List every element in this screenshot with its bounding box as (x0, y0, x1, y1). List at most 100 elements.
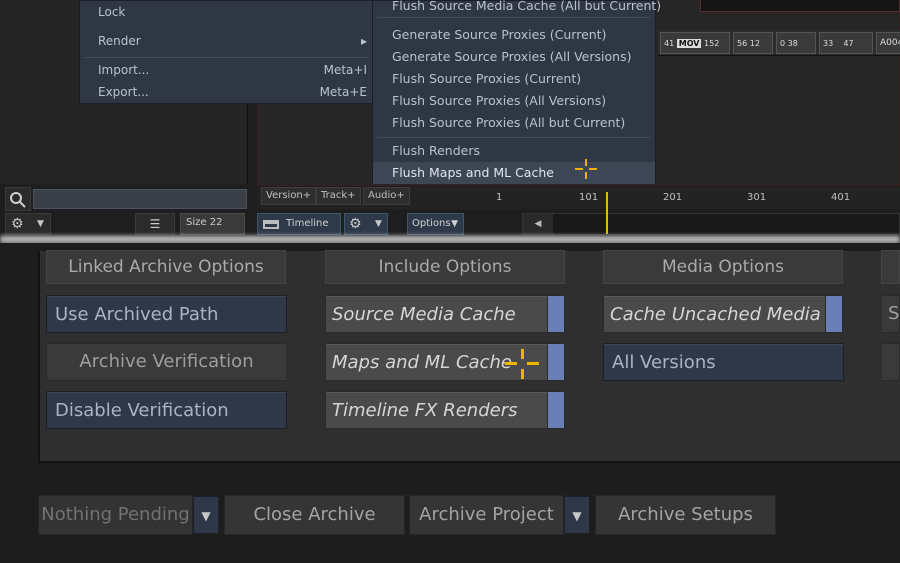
disable-verification-button[interactable]: Disable Verification (46, 391, 287, 429)
crosshair-cursor-icon (505, 349, 539, 379)
menu-separator (84, 57, 369, 58)
menu-item-lock[interactable]: Lock (80, 5, 373, 19)
menu-separator (377, 17, 651, 18)
toggle-on-indicator (825, 296, 842, 332)
ruler-tick: 201 (663, 192, 683, 203)
media-options-heading: Media Options (603, 250, 843, 284)
chevron-down-icon: ▼ (375, 219, 382, 229)
context-submenu-cache: Flush Source Media Cache (All but Curren… (372, 0, 661, 184)
clip-item[interactable]: 33 47 (819, 32, 873, 54)
toggle-on-indicator (547, 344, 564, 380)
toggle-on-indicator (547, 296, 564, 332)
toggle-label: Source Media Cache (332, 304, 516, 325)
archive-setups-button[interactable]: Archive Setups (595, 495, 776, 535)
gear-icon: ⚙ (11, 216, 24, 232)
timeline-controls: Timeline ⚙ ▼ Options ▼ ◀ (257, 212, 900, 236)
menu-item-flush-proxies-all[interactable]: Flush Source Proxies (All Versions) (373, 93, 655, 108)
chevron-down-icon: ▼ (37, 219, 44, 229)
clip-in: 41 (664, 39, 675, 48)
options-label: Options (412, 218, 451, 229)
menu-item-generate-proxies-all[interactable]: Generate Source Proxies (All Versions) (373, 49, 655, 64)
toggle-on-indicator (547, 392, 564, 428)
gear-icon: ⚙ (349, 216, 362, 232)
track-add-button[interactable]: Track+ (316, 187, 361, 205)
partial-option-button[interactable]: S (881, 295, 900, 333)
archive-project-button[interactable]: Archive Project (409, 495, 564, 535)
scroll-left-icon[interactable]: ◀ (523, 214, 553, 234)
all-versions-button[interactable]: All Versions (603, 343, 844, 381)
audio-add-button[interactable]: Audio+ (363, 187, 410, 205)
menu-item-flush-proxies-current[interactable]: Flush Source Proxies (Current) (373, 71, 655, 86)
menu-item-export[interactable]: Export... Meta+E (80, 85, 373, 99)
chevron-down-icon: ▼ (451, 219, 458, 229)
ruler-tick: 401 (831, 192, 851, 203)
clip-item[interactable]: 56 12 (733, 32, 773, 54)
menu-item-flush-renders[interactable]: Flush Renders (373, 143, 655, 158)
top-workspace: ⚙ ▼ ☰ Size 22 41 MOV 152 56 12 0 38 33 4… (0, 0, 900, 243)
menu-shortcut: Meta+I (323, 63, 367, 77)
chevron-down-icon: ▼ (201, 509, 211, 523)
library-search-row (5, 187, 247, 211)
clip-in: 33 (823, 39, 834, 48)
archive-panel: Linked Archive Options Include Options M… (0, 243, 900, 563)
clip-name: A004 (880, 38, 900, 48)
use-archived-path-button[interactable]: Use Archived Path (46, 295, 287, 333)
linked-archive-options-heading: Linked Archive Options (46, 250, 286, 284)
clip-in: 0 (780, 39, 786, 48)
toggle-label: Cache Uncached Media (610, 304, 821, 325)
timeline-button[interactable]: Timeline (257, 213, 341, 235)
timeline-fx-renders-toggle[interactable]: Timeline FX Renders (325, 391, 565, 429)
version-add-button[interactable]: Version+ (261, 187, 317, 205)
clip-item[interactable]: 0 38 (776, 32, 816, 54)
toggle-label: Timeline FX Renders (332, 400, 518, 421)
menu-item-flush-maps-ml-cache[interactable]: Flush Maps and ML Cache (373, 162, 655, 184)
clip-out: 152 (704, 39, 720, 48)
archive-project-dropdown[interactable]: ▼ (564, 496, 590, 534)
clip-in: 56 (737, 39, 748, 48)
include-options-heading: Include Options (325, 250, 565, 284)
timeline-gear-menu[interactable]: ⚙ ▼ (344, 213, 388, 235)
menu-item-label: Lock (98, 5, 126, 19)
pending-dropdown[interactable]: ▼ (193, 496, 219, 534)
source-media-cache-toggle[interactable]: Source Media Cache (325, 295, 565, 333)
partial-column-heading (881, 250, 900, 284)
timeline-scrubber[interactable]: ◀ (522, 213, 900, 235)
archive-verification-button[interactable]: Archive Verification (46, 343, 287, 381)
clip-out: 38 (787, 39, 798, 48)
list-view-icon: ☰ (149, 217, 161, 231)
options-dropdown[interactable]: Options ▼ (407, 213, 464, 235)
partial-option-button[interactable] (881, 343, 900, 381)
nothing-pending-status[interactable]: Nothing Pending (38, 495, 193, 535)
menu-item-flush-proxies-all-but-current[interactable]: Flush Source Proxies (All but Current) (373, 115, 655, 130)
timeline-ruler[interactable]: 1 101 201 301 401 (480, 190, 900, 208)
close-archive-button[interactable]: Close Archive (224, 495, 405, 535)
menu-item-label: Export... (98, 85, 149, 99)
viewer-inset (700, 0, 900, 12)
menu-item-label: Flush Maps and ML Cache (392, 165, 554, 180)
menu-item-render[interactable]: Render ▸ (80, 34, 373, 48)
menu-item-import[interactable]: Import... Meta+I (80, 63, 373, 77)
menu-item-label: Import... (98, 63, 150, 77)
cache-uncached-media-toggle[interactable]: Cache Uncached Media (603, 295, 843, 333)
submenu-arrow-icon: ▸ (360, 34, 367, 48)
clip-item[interactable]: 41 MOV 152 (660, 32, 730, 54)
timeline-icon (263, 220, 279, 229)
search-button[interactable] (5, 187, 31, 211)
menu-item-generate-proxies-current[interactable]: Generate Source Proxies (Current) (373, 27, 655, 42)
toggle-label: Maps and ML Cache (332, 352, 512, 373)
clip-item[interactable]: A004 (876, 32, 900, 54)
menu-item-flush-source-media-cache[interactable]: Flush Source Media Cache (All but Curren… (373, 0, 661, 13)
list-view-button[interactable]: ☰ (135, 213, 175, 235)
ruler-tick: 1 (496, 192, 503, 203)
search-input[interactable] (33, 189, 247, 209)
clip-strip: 41 MOV 152 56 12 0 38 33 47 A004 (658, 30, 900, 56)
search-icon (10, 192, 26, 208)
size-field[interactable]: Size 22 (180, 213, 245, 235)
menu-shortcut: Meta+E (319, 85, 367, 99)
context-menu-main: Lock Render ▸ Import... Meta+I Export...… (79, 0, 374, 104)
playhead[interactable] (606, 192, 608, 234)
menu-separator (377, 137, 651, 138)
crosshair-cursor-icon (575, 159, 597, 179)
library-gear-menu[interactable]: ⚙ ▼ (5, 213, 51, 235)
clip-out: 12 (749, 39, 760, 48)
